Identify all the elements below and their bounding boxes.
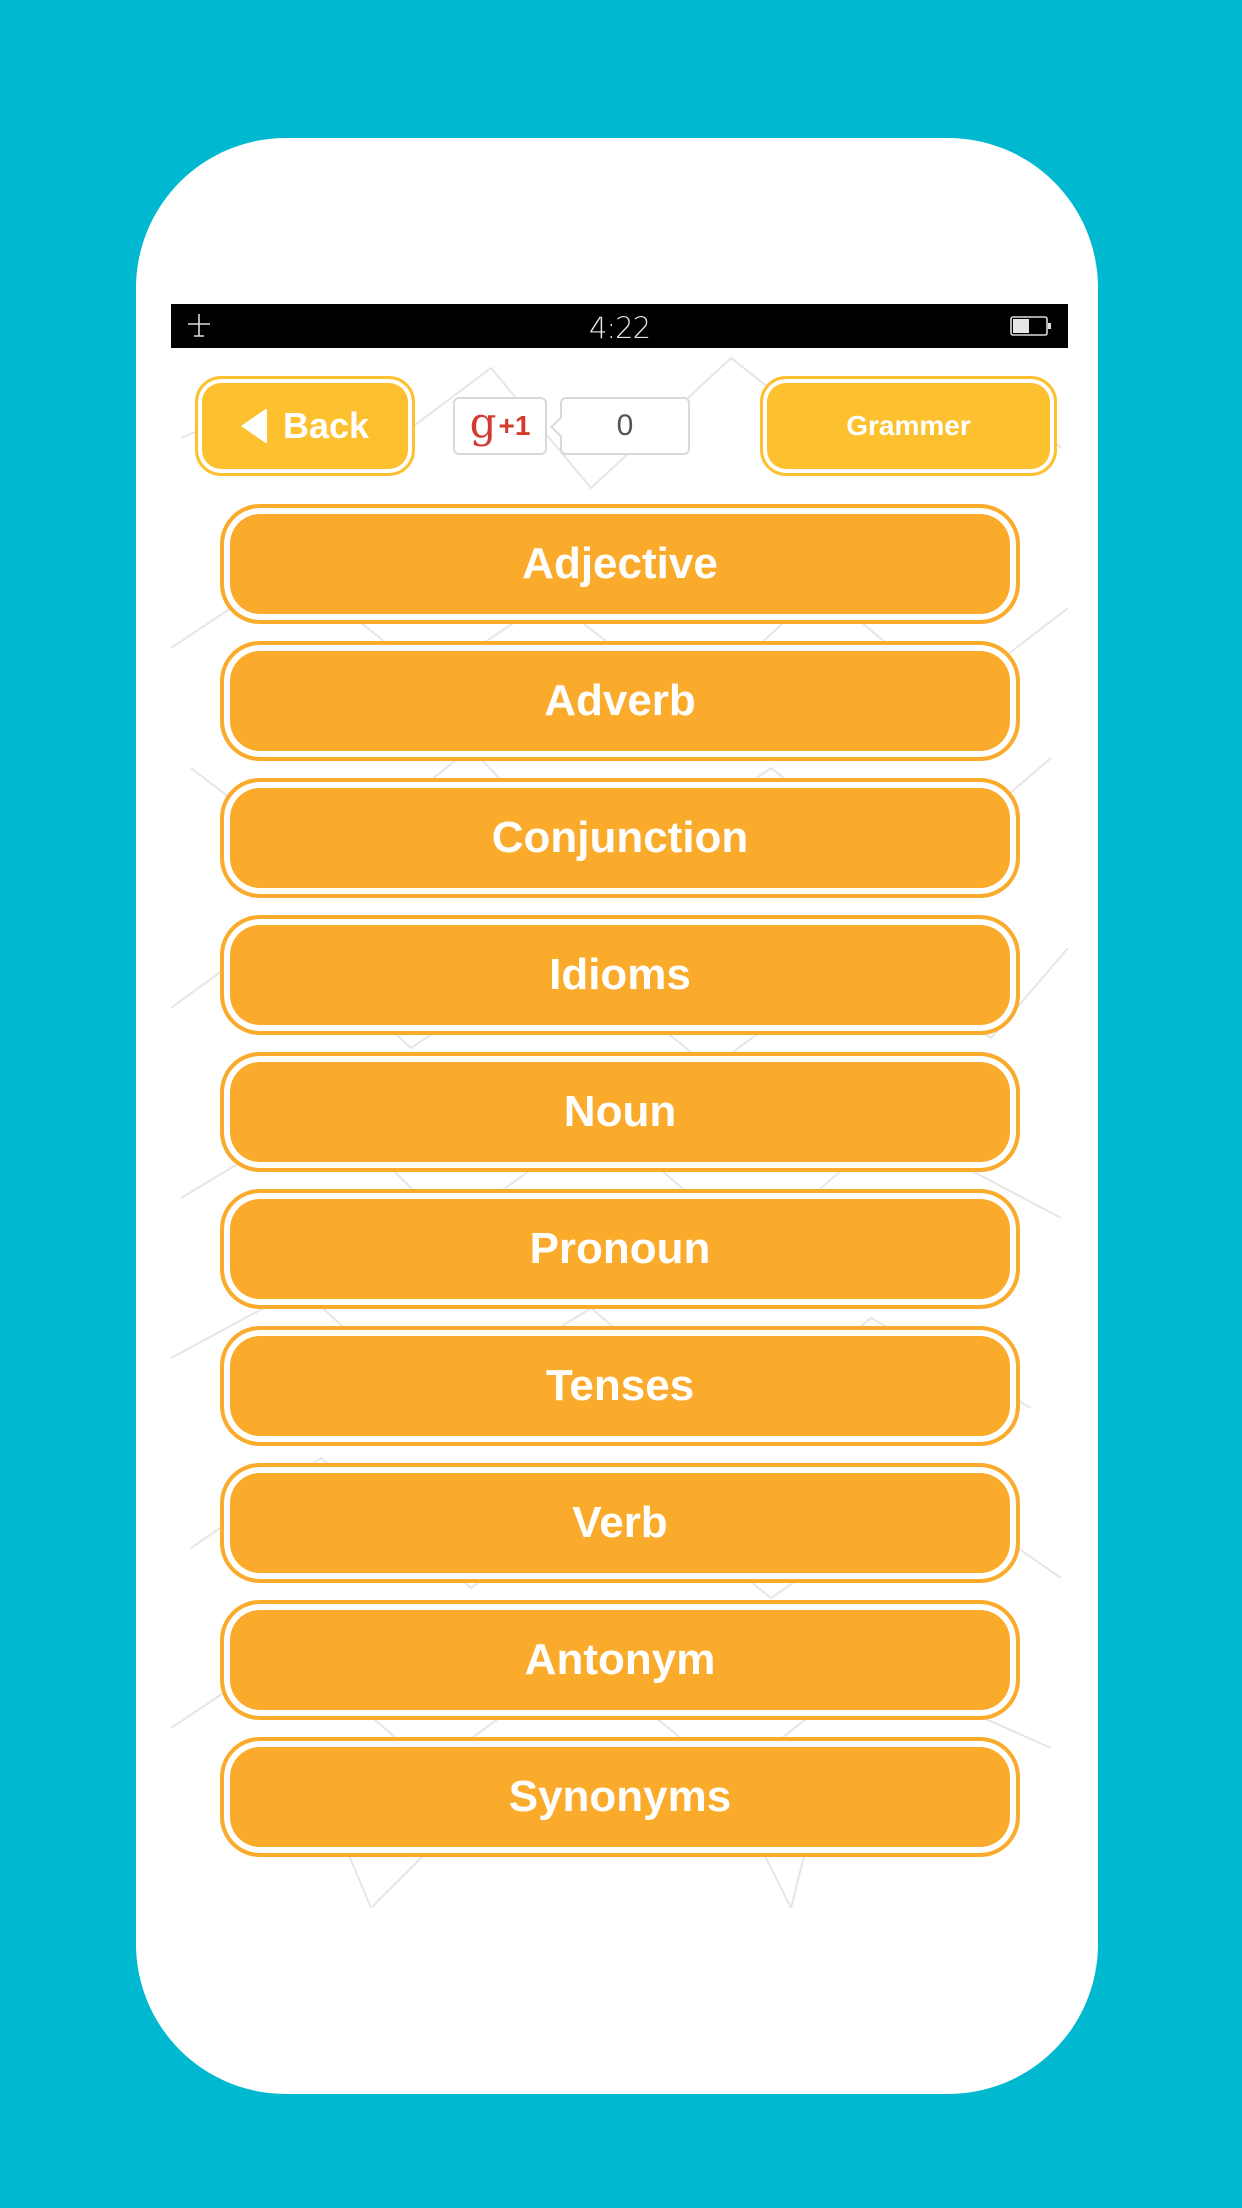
topic-button-pronoun[interactable]: Pronoun [220,1189,1020,1309]
topic-button-verb[interactable]: Verb [220,1463,1020,1583]
topic-button-adverb[interactable]: Adverb [220,641,1020,761]
status-time: 4:22 [588,311,651,345]
topic-button-synonyms[interactable]: Synonyms [220,1737,1020,1857]
topic-button-idioms[interactable]: Idioms [220,915,1020,1035]
google-plus-icon: g [469,398,497,447]
back-button-label: Back [282,405,370,446]
topic-button-noun[interactable]: Noun [220,1052,1020,1172]
category-button[interactable]: Grammer [760,376,1057,476]
topic-button-conjunction[interactable]: Conjunction [220,778,1020,898]
topic-button-antonym[interactable]: Antonym [220,1600,1020,1720]
back-arrow-icon [240,408,267,444]
back-button[interactable]: Back [195,376,415,476]
topic-button-adjective[interactable]: Adjective [220,504,1020,624]
phone-frame: 4:22 Back g +1 0 Grammer Adjective Adver… [136,138,1098,2094]
plus-one-label: +1 [498,410,531,441]
app-screen: 4:22 Back g +1 0 Grammer Adjective Adver… [171,304,1068,1908]
status-bar: 4:22 [171,304,1068,348]
battery-icon [1010,316,1051,336]
google-plus-one-button[interactable]: g +1 [453,397,547,455]
plus-one-count: 0 [560,397,690,455]
topic-button-tenses[interactable]: Tenses [220,1326,1020,1446]
